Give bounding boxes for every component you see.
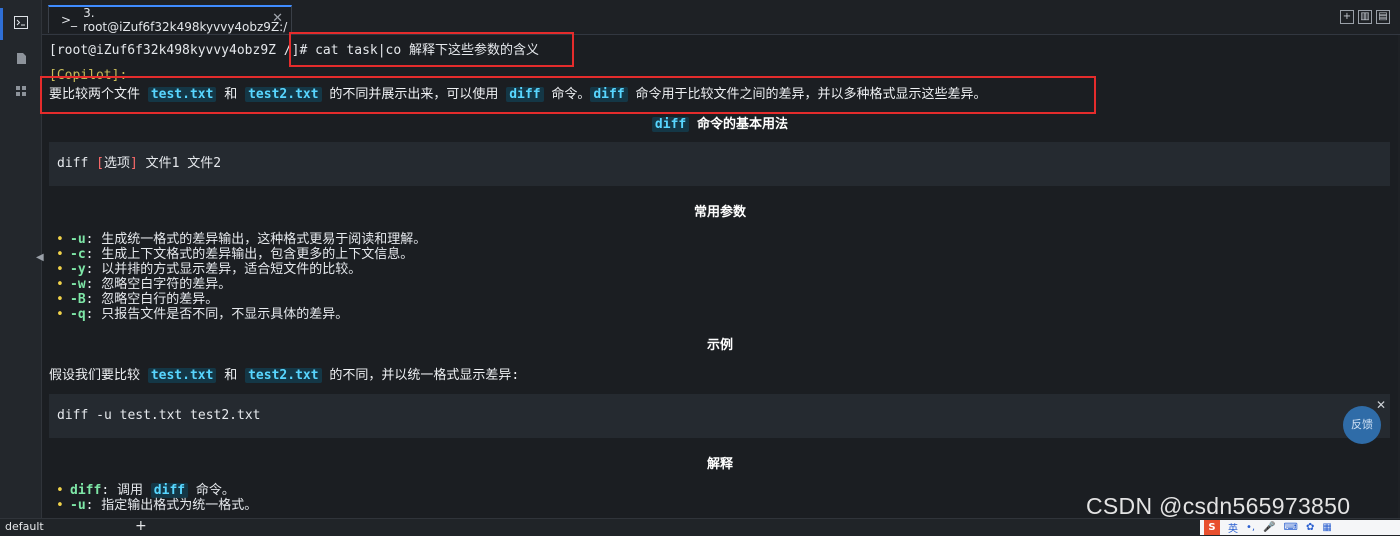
code-block-usage: diff [选项] 文件1 文件2: [49, 142, 1390, 186]
example-text: 假设我们要比较 test.txt 和 test2.txt 的不同，并以统一格式显…: [49, 364, 519, 383]
list-item: diff: 调用 diff 命令。: [56, 483, 257, 498]
list-item: -u: 生成统一格式的差异输出，这种格式更易于阅读和理解。: [56, 232, 426, 247]
param-flag: -B: [70, 292, 86, 307]
section-heading-explain: 解释: [706, 457, 733, 472]
code-diff: diff: [651, 117, 690, 132]
bracket-close: ]: [129, 156, 138, 171]
section-heading-usage: diff 命令的基本用法: [42, 113, 1398, 132]
param-flag: -c: [70, 247, 86, 262]
param-desc: : 生成统一格式的差异输出，这种格式更易于阅读和理解。: [85, 232, 427, 247]
collapse-arrow-icon[interactable]: ◀: [36, 252, 44, 266]
left-sidebar: [0, 0, 42, 535]
usage-files: 文件1 文件2: [137, 156, 222, 171]
param-desc: : 以并排的方式显示差异，适合短文件的比较。: [85, 262, 362, 277]
section-heading-example: 示例: [706, 338, 733, 353]
explain-code: diff: [70, 483, 102, 498]
code-diff: diff: [150, 483, 189, 498]
ime-logo[interactable]: S: [1204, 520, 1220, 535]
prompt-icon: >_: [61, 13, 78, 27]
explain-desc: 命令。: [188, 483, 235, 498]
explain-code: -u: [70, 498, 86, 513]
list-item: -y: 以并排的方式显示差异，适合短文件的比较。: [56, 262, 426, 277]
close-icon[interactable]: ✕: [1376, 398, 1386, 412]
explain-desc: : 调用: [101, 483, 151, 498]
usage-option: 选项: [103, 156, 130, 171]
microphone-icon[interactable]: 🎤: [1263, 522, 1275, 533]
skin-icon[interactable]: ✿: [1306, 522, 1314, 533]
grid-icon[interactable]: [13, 86, 29, 102]
param-flag: -w: [70, 277, 86, 292]
keyboard-icon[interactable]: ⌨: [1284, 522, 1298, 533]
param-flag: -u: [70, 232, 86, 247]
prompt-user: [root@iZuf6f32k498kyvvy4obz9Z /]: [49, 43, 300, 58]
example-part: 和: [216, 368, 246, 383]
tab-terminal-session[interactable]: >_ 3. root@iZuf6f32k498kyvvy4obz9Z:/ ✕: [48, 5, 292, 34]
example-part: 的不同，并以统一格式显示差异:: [321, 368, 520, 383]
list-item: -B: 忽略空白行的差异。: [56, 292, 426, 307]
example-part: 假设我们要比较: [49, 368, 148, 383]
section-heading-params: 常用参数: [693, 205, 746, 220]
active-indicator: [0, 8, 3, 40]
window-controls: + ▥ ▤: [1340, 10, 1390, 24]
list-item: -c: 生成上下文格式的差异输出，包含更多的上下文信息。: [56, 247, 426, 262]
explain-list: diff: 调用 diff 命令。 -u: 指定输出格式为统一格式。: [56, 483, 257, 513]
punctuation-icon[interactable]: •,: [1246, 522, 1255, 533]
watermark: CSDN @csdn565973850: [1086, 493, 1351, 519]
file-icon[interactable]: [13, 52, 29, 68]
param-desc: : 忽略空白字符的差异。: [85, 277, 232, 292]
add-session-button[interactable]: +: [135, 518, 147, 534]
param-desc: : 只报告文件是否不同，不显示具体的差异。: [85, 307, 349, 322]
tab-bar: >_ 3. root@iZuf6f32k498kyvvy4obz9Z:/ ✕ +…: [42, 0, 1400, 35]
annotation-box-answer: [40, 76, 1096, 114]
usage-cmd: diff: [57, 156, 97, 171]
explain-desc: : 指定输出格式为统一格式。: [85, 498, 258, 513]
split-vertical-icon[interactable]: ▥: [1358, 10, 1372, 24]
feedback-button[interactable]: 反馈: [1343, 406, 1381, 444]
list-item: -w: 忽略空白字符的差异。: [56, 277, 426, 292]
code-test-txt: test.txt: [147, 368, 217, 383]
code-test2-txt: test2.txt: [245, 368, 322, 383]
session-name[interactable]: default: [5, 520, 44, 533]
list-item: -u: 指定输出格式为统一格式。: [56, 498, 257, 513]
split-add-icon[interactable]: +: [1340, 10, 1354, 24]
ime-toolbar: S 英 •, 🎤 ⌨ ✿ ▦: [1200, 520, 1400, 535]
bracket-open: [: [96, 156, 104, 171]
close-icon[interactable]: ✕: [272, 11, 283, 26]
split-horizontal-icon[interactable]: ▤: [1376, 10, 1390, 24]
heading-text: 命令的基本用法: [689, 117, 789, 132]
status-bar: default +: [0, 518, 1400, 536]
param-desc: : 忽略空白行的差异。: [85, 292, 219, 307]
param-flag: -q: [70, 307, 86, 322]
param-flag: -y: [70, 262, 86, 277]
code-block-example: diff -u test.txt test2.txt: [49, 394, 1390, 438]
ime-language[interactable]: 英: [1228, 520, 1238, 535]
params-list: -u: 生成统一格式的差异输出，这种格式更易于阅读和理解。 -c: 生成上下文格…: [56, 232, 426, 322]
list-item: -q: 只报告文件是否不同，不显示具体的差异。: [56, 307, 426, 322]
annotation-box-command: [289, 32, 574, 67]
param-desc: : 生成上下文格式的差异输出，包含更多的上下文信息。: [85, 247, 414, 262]
tab-title: 3. root@iZuf6f32k498kyvvy4obz9Z:/: [83, 6, 288, 34]
toolbox-icon[interactable]: ▦: [1322, 522, 1331, 533]
terminal-icon[interactable]: [13, 16, 29, 32]
